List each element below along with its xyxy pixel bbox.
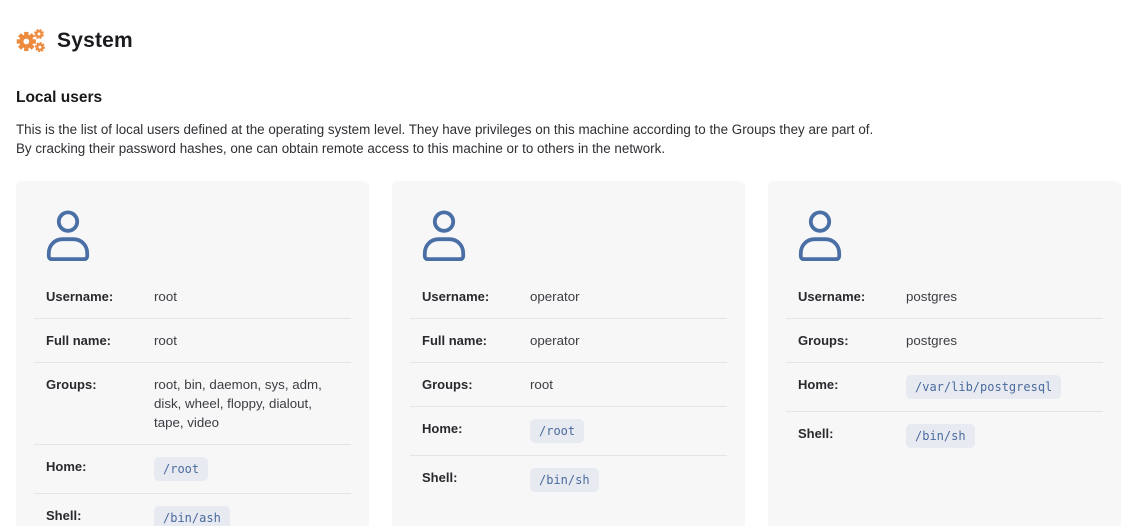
code-value-pill: /var/lib/postgresql [906, 375, 1061, 399]
code-value-pill: /root [530, 419, 584, 443]
person-icon [45, 209, 351, 261]
user-field-row: Groups: root [410, 363, 727, 407]
user-field-row: Home: /root [34, 445, 351, 494]
user-field-row: Username: postgres [786, 275, 1103, 319]
user-field-row: Shell: /bin/sh [410, 456, 727, 504]
user-cards: Username: root Full name: root Groups: r… [16, 181, 1122, 526]
user-card: Username: root Full name: root Groups: r… [16, 181, 369, 526]
field-value: /bin/sh [906, 424, 1091, 448]
section-description: This is the list of local users defined … [16, 120, 1122, 158]
field-value: root [154, 331, 339, 350]
field-value: operator [530, 331, 715, 350]
field-label: Username: [46, 287, 154, 306]
code-value-pill: /bin/sh [906, 424, 975, 448]
field-label: Shell: [798, 424, 906, 443]
field-value: /root [154, 457, 339, 481]
user-field-row: Shell: /bin/ash [34, 494, 351, 526]
user-card: Username: postgres Groups: postgres Home… [768, 181, 1121, 526]
page-header: System [16, 26, 1122, 56]
code-value-pill: /bin/sh [530, 468, 599, 492]
description-line: This is the list of local users defined … [16, 120, 1122, 139]
description-line: By cracking their password hashes, one c… [16, 139, 1122, 158]
field-value: /bin/ash [154, 506, 339, 526]
field-label: Home: [798, 375, 906, 394]
gears-icon [16, 26, 46, 56]
field-label: Shell: [422, 468, 530, 487]
field-label: Groups: [46, 375, 154, 394]
field-label: Groups: [422, 375, 530, 394]
field-value: operator [530, 287, 715, 306]
user-field-row: Username: operator [410, 275, 727, 319]
user-field-row: Username: root [34, 275, 351, 319]
code-value-pill: /root [154, 457, 208, 481]
user-card: Username: operator Full name: operator G… [392, 181, 745, 526]
code-value-pill: /bin/ash [154, 506, 230, 526]
field-label: Home: [422, 419, 530, 438]
user-field-row: Home: /root [410, 407, 727, 456]
field-value: postgres [906, 331, 1091, 350]
field-label: Home: [46, 457, 154, 476]
user-field-row: Groups: postgres [786, 319, 1103, 363]
field-value: root, bin, daemon, sys, adm, disk, wheel… [154, 375, 339, 432]
field-label: Groups: [798, 331, 906, 350]
user-fields: Username: root Full name: root Groups: r… [34, 275, 351, 526]
field-label: Username: [798, 287, 906, 306]
field-label: Full name: [46, 331, 154, 350]
system-page: System Local users This is the list of l… [0, 0, 1122, 526]
user-fields: Username: operator Full name: operator G… [410, 275, 727, 504]
user-field-row: Full name: operator [410, 319, 727, 363]
person-icon [797, 209, 1103, 261]
field-value: root [154, 287, 339, 306]
user-field-row: Full name: root [34, 319, 351, 363]
user-field-row: Shell: /bin/sh [786, 412, 1103, 460]
page-title: System [57, 29, 133, 53]
field-value: /bin/sh [530, 468, 715, 492]
field-value: /root [530, 419, 715, 443]
user-field-row: Home: /var/lib/postgresql [786, 363, 1103, 412]
field-label: Username: [422, 287, 530, 306]
section-title: Local users [16, 89, 1122, 107]
field-value: postgres [906, 287, 1091, 306]
field-value: /var/lib/postgresql [906, 375, 1091, 399]
field-label: Full name: [422, 331, 530, 350]
field-value: root [530, 375, 715, 394]
user-field-row: Groups: root, bin, daemon, sys, adm, dis… [34, 363, 351, 445]
person-icon [421, 209, 727, 261]
field-label: Shell: [46, 506, 154, 525]
user-fields: Username: postgres Groups: postgres Home… [786, 275, 1103, 460]
